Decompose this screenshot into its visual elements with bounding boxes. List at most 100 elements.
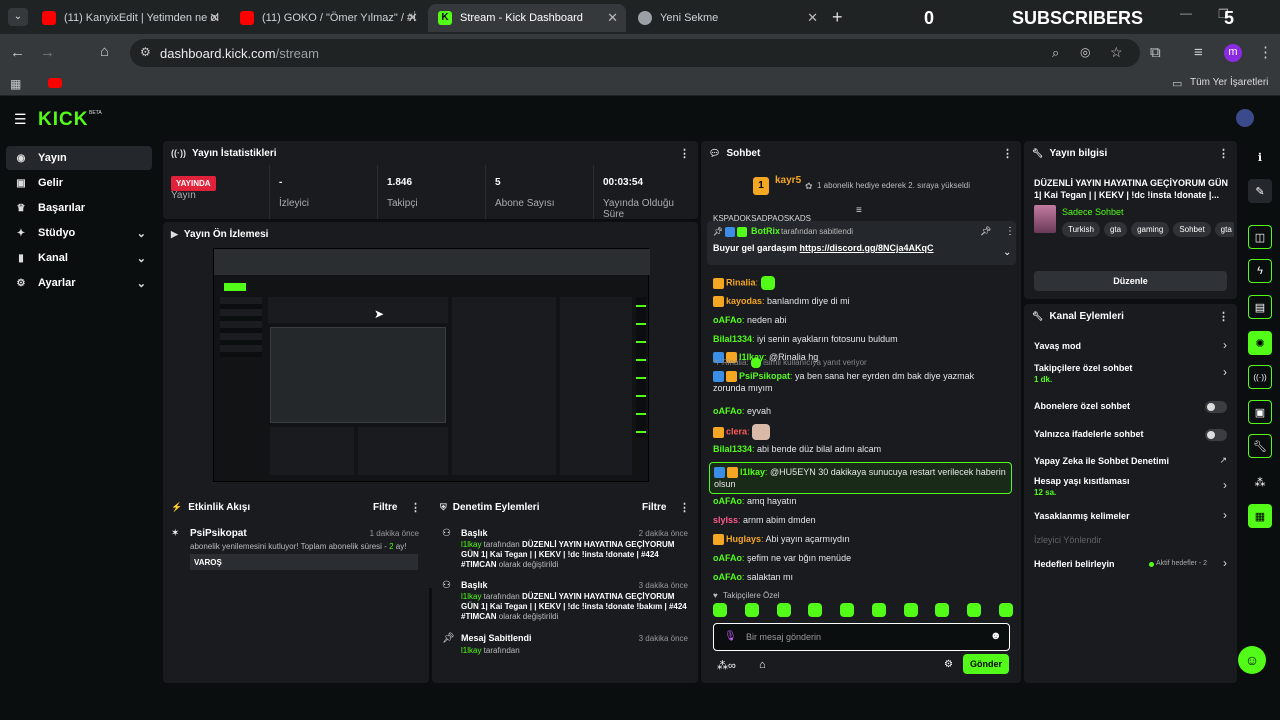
emote-icon[interactable] xyxy=(744,603,759,617)
wrench-icon[interactable]: 🔧︎ xyxy=(1248,434,1272,458)
emote-icon[interactable] xyxy=(903,603,918,617)
edit-button[interactable]: Düzenle xyxy=(1034,271,1227,291)
folder-icon[interactable]: ▭ xyxy=(1172,77,1182,90)
chat-username[interactable]: clera xyxy=(726,426,747,436)
chat-message[interactable]: clera: xyxy=(713,424,1003,440)
sidebar-item-kanal[interactable]: ▮ Kanal ⌄ xyxy=(6,246,152,270)
tag[interactable]: gta xyxy=(1214,222,1234,237)
points-icon[interactable]: ⁂∞ xyxy=(717,659,736,672)
tag[interactable]: gta xyxy=(1103,222,1128,237)
chat-username[interactable]: Bilal1334 xyxy=(713,444,752,454)
media-controls-icon[interactable]: ≡ xyxy=(1194,45,1203,60)
mic-icon[interactable]: 🎙︎ xyxy=(724,631,737,642)
more-icon[interactable]: ⋮ xyxy=(1005,226,1015,237)
send-button[interactable]: Gönder xyxy=(963,654,1009,674)
apps-icon[interactable]: ▦ xyxy=(10,77,21,92)
chevron-down-icon[interactable]: ⌄ xyxy=(1003,247,1011,258)
menu-icon[interactable]: ⋮ xyxy=(1258,45,1273,60)
pinned-user[interactable]: BotRix xyxy=(751,226,780,236)
close-icon[interactable]: ✕ xyxy=(607,10,618,26)
chat-message[interactable]: oAFAo: salaktan mı xyxy=(713,571,1003,583)
more-icon[interactable]: ⋮ xyxy=(679,501,690,514)
tag[interactable]: gaming xyxy=(1131,222,1170,237)
home-icon[interactable]: ⌂ xyxy=(100,44,109,59)
close-icon[interactable]: ✕ xyxy=(807,10,818,26)
filter-button[interactable]: Filtre xyxy=(373,502,397,513)
eye-off-icon[interactable]: ◎ xyxy=(1080,45,1090,59)
chat-input[interactable]: Bir mesaj gönderin xyxy=(746,632,821,642)
extensions-icon[interactable]: ⧉ xyxy=(1150,45,1161,60)
tab-kanyixedit[interactable]: (11) KanyixEdit | Yetimden ne ol ✕ xyxy=(32,4,228,32)
emote-icon[interactable] xyxy=(998,603,1013,617)
chat-input-box[interactable]: 🎙︎ Bir mesaj gönderin ☻ xyxy=(713,623,1010,651)
profile-avatar[interactable]: m xyxy=(1224,44,1242,62)
action-banned-words[interactable]: Yasaklanmış kelimeler › xyxy=(1024,506,1237,528)
close-icon[interactable]: ✕ xyxy=(209,10,220,26)
sidebar-item-basarilar[interactable]: ♛ Başarılar xyxy=(6,196,152,220)
emote-icon[interactable] xyxy=(935,603,950,617)
chat-username[interactable]: oAFAo xyxy=(713,553,742,563)
emote-icon[interactable] xyxy=(967,603,982,617)
tag[interactable]: Sohbet xyxy=(1173,222,1211,237)
tab-kick-dashboard[interactable]: K Stream - Kick Dashboard ✕ xyxy=(428,4,626,32)
chat-username[interactable]: Huglays xyxy=(726,534,761,544)
emote-icon[interactable] xyxy=(713,603,727,617)
chat-username[interactable]: l1lkay xyxy=(740,467,765,477)
zoom-icon[interactable]: ⌕ xyxy=(1052,45,1059,61)
close-icon[interactable]: ✕ xyxy=(407,10,418,26)
action-emote-only[interactable]: Yalnızca ifadelerle sohbet xyxy=(1024,424,1237,446)
hamburger-icon[interactable]: ☰ xyxy=(14,111,27,128)
action-ai-moderation[interactable]: Yapay Zeka ile Sohbet Denetimi ↗ xyxy=(1024,451,1237,473)
chat-message[interactable]: l1lkay: @HU5EYN 30 dakikaya sunucuya res… xyxy=(709,462,1012,495)
filter-button[interactable]: Filtre xyxy=(642,502,666,513)
chat-username[interactable]: oAFAo xyxy=(713,572,742,582)
store-icon[interactable]: ⌂ xyxy=(759,659,766,671)
more-icon[interactable]: ⋮ xyxy=(1218,147,1229,160)
gift-user[interactable]: kayr5 xyxy=(775,175,801,186)
sidebar-item-ayarlar[interactable]: ⚙ Ayarlar ⌄ xyxy=(6,271,152,295)
sidebar-item-yayin[interactable]: ◉ Yayın xyxy=(6,146,152,170)
event-user[interactable]: PsiPsikopat xyxy=(190,528,247,539)
chat-username[interactable]: slylss xyxy=(713,515,738,525)
chat-username[interactable]: oAFAo xyxy=(713,496,742,506)
emote-icon[interactable] xyxy=(808,603,823,617)
clapperboard-icon[interactable]: ▦ xyxy=(1248,504,1272,528)
action-account-age[interactable]: Hesap yaşı kısıtlaması 12 sa. › xyxy=(1024,474,1237,502)
chat-message[interactable]: Bilal1334: iyi senin ayakların fotosunu … xyxy=(713,333,1003,345)
chat-message[interactable]: oAFAo: amq hayatın xyxy=(713,495,1003,507)
emote-icon[interactable] xyxy=(776,603,791,617)
emote-only-toggle[interactable] xyxy=(1205,429,1227,441)
kick-logo[interactable]: KICK xyxy=(38,109,88,131)
openai-icon[interactable]: ✺ xyxy=(1248,331,1272,355)
camera-icon[interactable]: ◫ xyxy=(1248,225,1272,249)
more-icon[interactable]: ⋮ xyxy=(1002,147,1013,160)
unpin-icon[interactable]: 📌︎ xyxy=(980,226,991,237)
chat-message[interactable]: ↰ Rinalia: isimli kullanıcıya yanıt veri… xyxy=(713,357,1003,394)
chat-message[interactable]: Huglays: Abi yayın açarmıydın xyxy=(713,533,1003,546)
chat-message[interactable]: oAFAo: şefim ne var bğın menüde xyxy=(713,552,1003,564)
device-icon[interactable]: ▣ xyxy=(1248,400,1272,424)
site-info-icon[interactable]: ⚙ xyxy=(140,45,151,59)
chat-username[interactable]: Bilal1334 xyxy=(713,334,752,344)
more-icon[interactable]: ⋮ xyxy=(679,147,690,160)
tab-goko[interactable]: (11) GOKO / "Ömer Yılmaz" / #İ ✕ xyxy=(230,4,426,32)
emoji-icon[interactable]: ☻ xyxy=(990,630,1002,642)
tab-search-button[interactable]: ⌄ xyxy=(8,8,28,26)
chat-message[interactable]: oAFAo: neden abi xyxy=(713,314,1003,326)
emote-icon[interactable] xyxy=(840,603,855,617)
forward-icon[interactable]: → xyxy=(40,45,55,60)
address-bar[interactable]: ⚙ dashboard.kick.com/stream ⌕ ◎ ☆ xyxy=(130,39,1140,67)
tag[interactable]: Turkish xyxy=(1062,222,1100,237)
category-name[interactable]: Sadece Sohbet xyxy=(1062,207,1124,217)
chat-username[interactable]: oAFAo xyxy=(713,406,742,416)
lightning-icon[interactable]: ϟ xyxy=(1248,259,1272,283)
chat-message[interactable]: slylss: arnm abim dmden xyxy=(713,514,1003,526)
pencil-icon[interactable]: ✎ xyxy=(1248,179,1272,203)
tab-new-tab[interactable]: Yeni Sekme ✕ xyxy=(628,4,826,32)
chat-message[interactable]: kayodas: banlandım diye di mi xyxy=(713,295,1003,308)
chat-username[interactable]: oAFAo xyxy=(713,315,742,325)
action-goals[interactable]: Hedefleri belirleyin Aktif hedefler - 2 … xyxy=(1024,554,1237,576)
star-icon[interactable]: ☆ xyxy=(1110,44,1123,61)
action-followers-only[interactable]: Takipçilere özel sohbet 1 dk. › xyxy=(1024,361,1237,389)
more-icon[interactable]: ⋮ xyxy=(1218,310,1229,323)
